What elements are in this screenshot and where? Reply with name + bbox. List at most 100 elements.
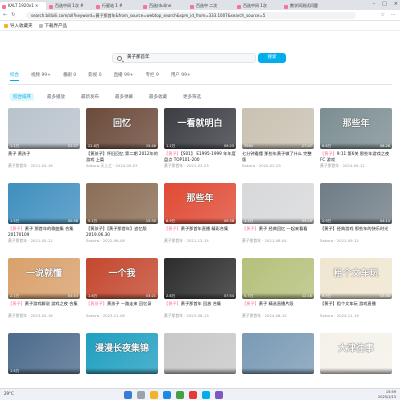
sort-option[interactable]: 最多弹幕 bbox=[112, 93, 136, 101]
uploader-info[interactable]: 黄子那首年 · 2024-06-15 bbox=[242, 313, 314, 319]
video-title[interactable]: 【黄子】黄子那首年直播 精彩合集 bbox=[164, 226, 236, 237]
video-card[interactable]: 回忆 22.8万 15:46 【黄孩子】怀旧回忆 第二期 2012年的游戏 上篇 Sak… bbox=[86, 108, 158, 176]
video-title[interactable] bbox=[242, 376, 314, 387]
file-explorer-icon[interactable] bbox=[150, 391, 158, 399]
uploader-info[interactable]: 黄子那首年 · 2024-09-12 bbox=[320, 163, 392, 169]
close-icon[interactable]: × bbox=[394, 1, 398, 7]
system-clock[interactable]: 15:59 2025/1/13 bbox=[378, 390, 396, 400]
video-title[interactable]: 黄子 黄孩子 bbox=[8, 151, 80, 162]
video-thumbnail[interactable]: 大津往事 bbox=[320, 333, 392, 374]
video-thumbnail[interactable]: 租个文车玩 9.9万 03:48 bbox=[320, 258, 392, 299]
uploader-info[interactable]: 黄子那首年 · 2021-03-16 bbox=[8, 163, 80, 169]
video-thumbnail[interactable]: 3564 27:47 bbox=[242, 108, 314, 149]
video-thumbnail[interactable]: 那些年 6.6万 08:28 bbox=[320, 108, 392, 149]
sort-option[interactable]: 最多播放 bbox=[44, 93, 68, 101]
video-card[interactable]: 1.2万 05:29 【黄子】黄子 经典回忆 一起来看看 黄子那首年 · 2021-0… bbox=[242, 183, 314, 251]
video-title[interactable] bbox=[86, 376, 158, 387]
video-title[interactable]: 【黄子】经典游戏 那些年的快乐时光 bbox=[320, 226, 392, 237]
tab-live[interactable]: 直播 99+ bbox=[114, 72, 134, 81]
tab-all[interactable]: 综合 bbox=[10, 72, 19, 81]
edge-icon[interactable] bbox=[163, 391, 171, 399]
uploader-info[interactable]: Sakura · 2024-11-19 bbox=[320, 313, 392, 318]
video-title[interactable]: 【黄子】黄子那首年 回放 合集 bbox=[164, 301, 236, 312]
uploader-info[interactable]: Sakura · 2021-09-12 bbox=[320, 238, 392, 243]
video-title[interactable] bbox=[320, 376, 392, 387]
tab-video[interactable]: 视频 99+ bbox=[31, 72, 51, 81]
browser-tab[interactable]: KALT 1920x1 × bbox=[0, 2, 46, 10]
video-card[interactable]: 那些年 8.9万 09:38 【黄子】黄子那首年直播 精彩合集 黄子那首年 · 2021… bbox=[164, 183, 236, 251]
video-thumbnail[interactable]: 一个我 1.6万 03:21 bbox=[86, 258, 158, 299]
video-thumbnail[interactable]: 5.7万 12:16 bbox=[242, 258, 314, 299]
bilibili-icon[interactable] bbox=[202, 391, 210, 399]
video-title[interactable]: 【黄孩子】怀旧回忆 第二期 2012年的游戏 上篇 bbox=[86, 151, 158, 162]
browser-tab[interactable]: 数学间测试问题 bbox=[282, 2, 328, 10]
video-thumbnail[interactable] bbox=[164, 333, 236, 374]
refresh-icon[interactable]: ↻ bbox=[11, 12, 15, 18]
video-title[interactable]: 【黄子】9:11 第6关 那些年游戏之夜 FC 游戏 bbox=[320, 151, 392, 162]
menu-icon[interactable]: ⋯ bbox=[391, 12, 396, 18]
sort-option[interactable]: 综合排序 bbox=[10, 93, 34, 101]
tab-movies[interactable]: 影视 0 bbox=[88, 72, 101, 81]
video-thumbnail[interactable]: 一看就明白 1.1万 09:23 bbox=[164, 108, 236, 149]
uploader-info[interactable]: 黄子那首年 · 2021-06-04 bbox=[242, 238, 314, 244]
video-thumbnail[interactable]: 1.5万 bbox=[8, 333, 80, 374]
video-card[interactable]: 1.1万 02:37 黄子 黄孩子 黄子那首年 · 2021-03-16 bbox=[8, 108, 80, 176]
video-card[interactable]: 一说就懂 2.1万 04:43 【黄子】黄子游戏解说 游戏之夜 合集 黄子那首年 · 2… bbox=[8, 258, 80, 326]
video-thumbnail[interactable] bbox=[242, 333, 314, 374]
video-card[interactable]: 租个文车玩 9.9万 03:48 【黄子】租个文车玩 游戏直播 Sakura · 202… bbox=[320, 258, 392, 326]
video-thumbnail[interactable]: 5.1万 15:30 bbox=[86, 183, 158, 224]
video-title[interactable]: 【黄子】黄子游戏解说 游戏之夜 合集 bbox=[8, 301, 80, 312]
video-thumbnail[interactable]: 2.9万 04:13 bbox=[320, 183, 392, 224]
video-thumbnail[interactable]: 1.5万 00:58 bbox=[8, 183, 80, 224]
video-title[interactable]: 【黄孩子】黄孩子 一路走来 回忆录 bbox=[86, 301, 158, 312]
video-card[interactable]: 2.8万 07:54 【黄子】黄子那首年 回放 合集 黄子那首年 · 2023-08-… bbox=[164, 258, 236, 326]
tab-users[interactable]: 用户 99+ bbox=[171, 72, 191, 81]
tab-articles[interactable]: 专栏 9 bbox=[146, 72, 159, 81]
url-field[interactable]: search.bilibili.com/all?keyword=黄子那首年&fr… bbox=[26, 12, 356, 19]
video-title[interactable]: 【黄子】黄子 经典回忆 一起来看看 bbox=[242, 226, 314, 237]
weather-widget[interactable]: 29°C bbox=[4, 391, 14, 396]
video-thumbnail[interactable]: 1.2万 05:29 bbox=[242, 183, 314, 224]
video-title[interactable] bbox=[164, 376, 236, 387]
start-icon[interactable] bbox=[124, 391, 132, 399]
video-title[interactable]: 【黄子】黄子 那首年的歌曲集 合集 20170109 bbox=[8, 226, 80, 237]
video-thumbnail[interactable]: 回忆 22.8万 15:46 bbox=[86, 108, 158, 149]
app-icon[interactable] bbox=[189, 391, 197, 399]
video-title[interactable]: 【黄孩子】【黄子那首年】追忆版 2019.06.30 bbox=[86, 226, 158, 237]
uploader-info[interactable]: 黄子那首年 · 2021-12-15 bbox=[164, 238, 236, 244]
uploader-info[interactable]: 黄子那首年 · 2023-05-16 bbox=[8, 313, 80, 319]
search-input[interactable]: 黄子那首年 bbox=[112, 53, 256, 63]
sort-option[interactable]: 最多收藏 bbox=[146, 93, 170, 101]
sort-option[interactable]: 最新发布 bbox=[78, 93, 102, 101]
search-taskbar-icon[interactable] bbox=[137, 391, 145, 399]
bookmark-item[interactable]: 导入收藏夹 bbox=[4, 23, 33, 29]
video-title[interactable]: 七分钟看懂 那些年黄子做了什么 完整版 bbox=[242, 151, 314, 162]
video-card[interactable]: 3564 27:47 七分钟看懂 那些年黄子做了什么 完整版 Sakura · 202… bbox=[242, 108, 314, 176]
uploader-info[interactable]: 黄子那首年 · 2021-03-23 bbox=[164, 163, 236, 169]
video-title[interactable]: 【黄子】黄子 精选直播片段 bbox=[242, 301, 314, 312]
browser-tab[interactable]: 行星站 1 # bbox=[94, 2, 140, 10]
wechat-icon[interactable] bbox=[176, 391, 184, 399]
star-icon[interactable]: ☆ bbox=[381, 12, 385, 18]
browser-tab[interactable]: 百选中间 1次 bbox=[235, 2, 281, 10]
browser-tab[interactable]: 百选中间 1次 # bbox=[47, 2, 93, 10]
back-icon[interactable]: ← bbox=[3, 12, 7, 18]
video-thumbnail[interactable]: 漫漫长夜集锦 bbox=[86, 333, 158, 374]
more-filters-button[interactable]: 更多筛选 bbox=[180, 93, 204, 101]
video-card[interactable]: 一看就明白 1.1万 09:23 【黄子】【S01】 E1995-1999 年年度盘点… bbox=[164, 108, 236, 176]
tab-bangumi[interactable]: 番剧 0 bbox=[63, 72, 76, 81]
uploader-info[interactable]: Sakura · 2022-06-08 bbox=[86, 238, 158, 243]
minimize-icon[interactable]: – bbox=[373, 1, 376, 7]
video-card[interactable]: 2.9万 04:13 【黄子】经典游戏 那些年的快乐时光 Sakura · 2021-… bbox=[320, 183, 392, 251]
video-thumbnail[interactable]: 1.1万 02:37 bbox=[8, 108, 80, 149]
bookmark-item[interactable]: 下载界产品 bbox=[38, 23, 67, 29]
browser-tab[interactable]: 百选(dul)ne bbox=[141, 2, 187, 10]
video-card[interactable]: 5.7万 12:16 【黄子】黄子 精选直播片段 黄子那首年 · 2024-06-15 bbox=[242, 258, 314, 326]
uploader-info[interactable]: 黄子那首年 · 2021-05-12 bbox=[8, 238, 80, 244]
video-card[interactable]: 一个我 1.6万 03:21 【黄孩子】黄孩子 一路走来 回忆录 Sakura · 20… bbox=[86, 258, 158, 326]
video-thumbnail[interactable]: 一说就懂 2.1万 04:43 bbox=[8, 258, 80, 299]
uploader-info[interactable]: Sakura · 2023-11-08 bbox=[86, 313, 158, 318]
maximize-icon[interactable]: □ bbox=[382, 1, 387, 7]
search-button[interactable]: 搜索 bbox=[258, 53, 286, 63]
uploader-info[interactable]: Sakura · 2020-02-25 bbox=[242, 163, 314, 168]
